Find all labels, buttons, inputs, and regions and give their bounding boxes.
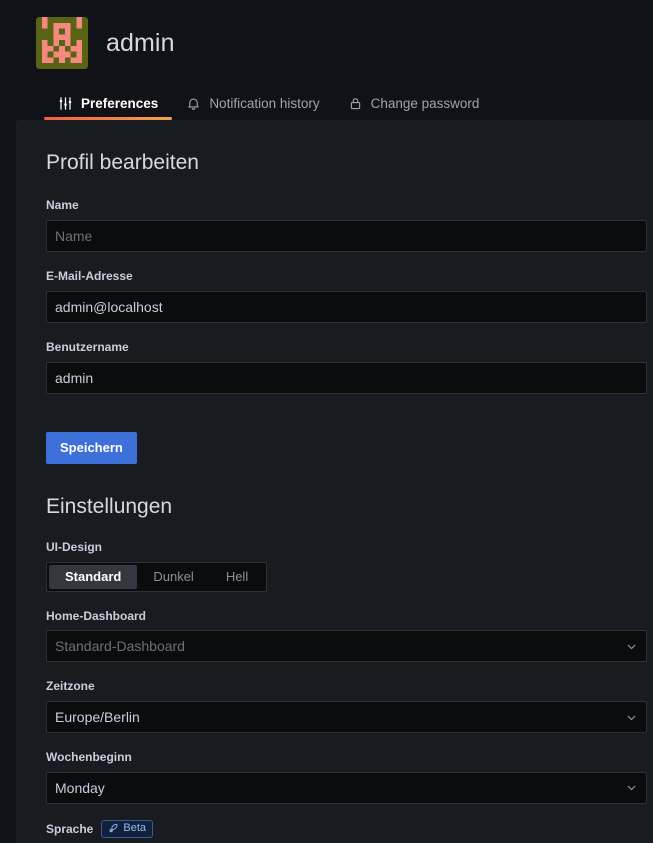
field-home-dashboard: Home-Dashboard Standard-Dashboard xyxy=(46,608,647,663)
input-value: admin xyxy=(55,369,94,386)
identicon-avatar xyxy=(36,17,88,69)
field-name: Name Name xyxy=(46,197,647,252)
week-start-select[interactable]: Monday xyxy=(46,771,647,804)
theme-option-dark[interactable]: Dunkel xyxy=(137,565,209,589)
field-label: Zeitzone xyxy=(46,679,95,694)
email-input[interactable]: admin@localhost xyxy=(46,290,647,323)
lock-icon xyxy=(348,96,363,111)
page-header: admin Preferences Notification history C… xyxy=(0,0,653,120)
title-row: admin xyxy=(36,14,653,72)
select-value: Europe/Berlin xyxy=(55,709,140,726)
name-input[interactable]: Name xyxy=(46,219,647,252)
field-label: Wochenbeginn xyxy=(46,750,132,765)
chevron-down-icon xyxy=(624,639,638,653)
input-value: Name xyxy=(55,227,93,244)
field-label-text: Sprache xyxy=(46,821,94,836)
bell-icon xyxy=(186,96,201,111)
content-panel: Profil bearbeiten Name Name E-Mail-Adres… xyxy=(16,120,653,843)
theme-option-standard[interactable]: Standard xyxy=(49,564,138,589)
theme-radio-group: Standard Dunkel Hell xyxy=(46,561,268,592)
chevron-down-icon xyxy=(624,710,638,724)
beta-badge: Beta xyxy=(101,819,153,838)
input-value: admin@localhost xyxy=(55,298,163,315)
tab-label: Notification history xyxy=(209,95,320,111)
field-theme: UI-Design Standard Dunkel Hell xyxy=(46,539,643,592)
timezone-select[interactable]: Europe/Berlin xyxy=(46,701,647,734)
save-button[interactable]: Speichern xyxy=(46,431,137,464)
username-input[interactable]: admin xyxy=(46,361,647,394)
field-label-language: Sprache Beta xyxy=(46,819,643,838)
field-label: E-Mail-Adresse xyxy=(46,268,133,283)
field-label: Name xyxy=(46,198,79,213)
tab-label: Preferences xyxy=(81,95,159,111)
select-value: Monday xyxy=(55,779,105,796)
chevron-down-icon xyxy=(624,781,638,795)
field-label: Home-Dashboard xyxy=(46,608,147,623)
tab-bar: Preferences Notification history Change … xyxy=(36,86,653,120)
field-label: Benutzername xyxy=(46,339,129,354)
sliders-icon xyxy=(58,96,73,111)
field-username: Benutzername admin xyxy=(46,339,647,394)
tab-notification-history[interactable]: Notification history xyxy=(172,96,333,120)
tab-label: Change password xyxy=(370,95,480,111)
beta-badge-label: Beta xyxy=(123,822,146,835)
rocket-icon xyxy=(108,823,119,834)
tab-change-password[interactable]: Change password xyxy=(334,96,494,120)
profile-section-title: Profil bearbeiten xyxy=(46,151,199,174)
page-title: admin xyxy=(106,28,175,57)
settings-section-title: Einstellungen xyxy=(46,494,173,518)
tab-preferences[interactable]: Preferences xyxy=(44,95,173,120)
select-value: Standard-Dashboard xyxy=(55,638,185,655)
field-label: UI-Design xyxy=(46,539,103,554)
home-dashboard-select[interactable]: Standard-Dashboard xyxy=(46,630,647,663)
field-timezone: Zeitzone Europe/Berlin xyxy=(46,678,647,734)
field-email: E-Mail-Adresse admin@localhost xyxy=(46,268,647,323)
field-week-start: Wochenbeginn Monday xyxy=(46,749,647,804)
field-language: Sprache Beta Deutsch xyxy=(46,819,643,843)
theme-option-light[interactable]: Hell xyxy=(210,565,264,589)
